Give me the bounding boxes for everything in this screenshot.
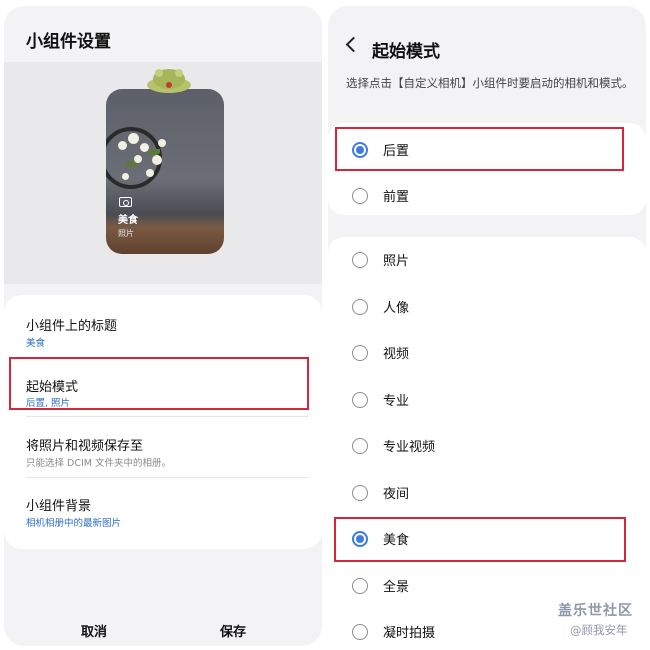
leaf (148, 149, 160, 155)
radio-video[interactable] (352, 345, 368, 361)
mode-options-group: 照片 人像 视频 专业 专业视频 夜间 美食 全景 凝时拍摄 (328, 237, 646, 646)
flower (152, 155, 162, 165)
radio-pro[interactable] (352, 392, 368, 408)
widget-title-text: 美食 (118, 215, 138, 226)
start-mode-panel: 起始模式 选择点击【自定义相机】小组件时要启动的相机和模式。 后置 前置 照片 … (328, 6, 646, 646)
back-arrow-icon[interactable] (345, 36, 362, 53)
watermark-community: 盖乐世社区 (558, 603, 633, 619)
radio-photo[interactable] (352, 252, 368, 268)
widget-settings-panel: 小组件设置 美食 照片 小组件上的标题 美食 起始模式 后置, 照片 将照片和视… (4, 6, 322, 646)
camera-icon (119, 197, 132, 207)
option-panorama-label[interactable]: 全景 (383, 576, 409, 595)
radio-night[interactable] (352, 485, 368, 501)
flower (134, 155, 142, 163)
rear-highlight-box (335, 127, 624, 171)
description-text: 选择点击【自定义相机】小组件时要启动的相机和模式。 (346, 76, 634, 90)
flower (128, 133, 139, 144)
option-night-label[interactable]: 夜间 (383, 483, 409, 502)
flower (118, 141, 127, 150)
save-location-setting-label[interactable]: 将照片和视频保存至 (26, 435, 143, 454)
radio-front[interactable] (352, 188, 368, 204)
widget-subtitle-text: 照片 (118, 229, 134, 238)
radio-panorama[interactable] (352, 578, 368, 594)
option-pro-video-label[interactable]: 专业视频 (383, 436, 435, 455)
flower (146, 169, 154, 177)
divider (26, 477, 308, 478)
widget-background-setting-label[interactable]: 小组件背景 (26, 495, 91, 514)
radio-hyperlapse[interactable] (352, 624, 368, 640)
settings-list: 小组件上的标题 美食 起始模式 后置, 照片 将照片和视频保存至 只能选择 DC… (4, 295, 322, 549)
flower (158, 139, 166, 147)
flower (122, 173, 129, 180)
option-pro-label[interactable]: 专业 (383, 390, 409, 409)
save-location-setting-note: 只能选择 DCIM 文件夹中的相册。 (26, 458, 171, 469)
widget-background-setting-value: 相机相册中的最新图片 (26, 518, 122, 529)
option-portrait-label[interactable]: 人像 (383, 297, 409, 316)
cancel-button[interactable]: 取消 (81, 621, 107, 640)
start-mode-highlight-box (9, 357, 309, 410)
option-hyperlapse-label[interactable]: 凝时拍摄 (383, 622, 435, 641)
flower (140, 143, 149, 152)
save-button[interactable]: 保存 (220, 621, 246, 640)
radio-portrait[interactable] (352, 299, 368, 315)
radio-pro-video[interactable] (352, 438, 368, 454)
widget-title-setting-value: 美食 (26, 338, 46, 349)
food-highlight-box (334, 517, 626, 562)
widget-title-setting-label[interactable]: 小组件上的标题 (26, 315, 117, 334)
frog-figurine-image (147, 69, 191, 93)
divider (26, 416, 308, 417)
option-video-label[interactable]: 视频 (383, 343, 409, 362)
watermark-author: @顾我安年 (570, 623, 628, 637)
widget-preview-card: 美食 照片 (106, 89, 224, 254)
option-photo-label[interactable]: 照片 (383, 250, 409, 269)
page-title: 小组件设置 (26, 32, 111, 52)
page-title: 起始模式 (372, 42, 440, 62)
option-front-label[interactable]: 前置 (383, 186, 409, 205)
